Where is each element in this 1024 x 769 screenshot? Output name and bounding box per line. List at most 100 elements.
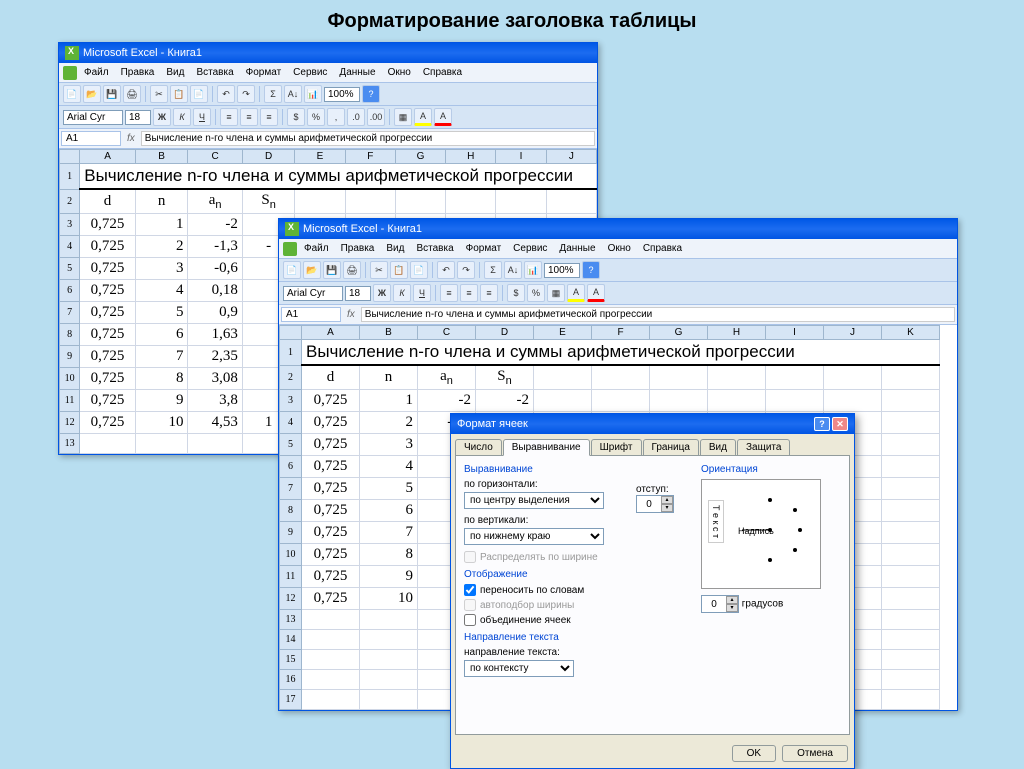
cell[interactable]: 0,725 <box>302 588 360 610</box>
titlebar[interactable]: Microsoft Excel - Книга1 <box>59 43 597 63</box>
cell[interactable]: 8 <box>360 544 418 566</box>
sum-icon[interactable]: Σ <box>264 85 282 103</box>
merge-check[interactable] <box>464 614 476 626</box>
sort-icon[interactable]: A↓ <box>504 261 522 279</box>
tab-alignment[interactable]: Выравнивание <box>503 439 590 456</box>
cell[interactable]: 0,725 <box>302 412 360 434</box>
menu-view[interactable]: Вид <box>161 65 189 80</box>
help-icon[interactable]: ? <box>582 261 600 279</box>
col-F[interactable]: F <box>345 150 395 164</box>
row-header[interactable]: 7 <box>60 302 80 324</box>
italic-icon[interactable]: К <box>173 108 191 126</box>
cell[interactable]: 0,725 <box>80 412 136 434</box>
cell[interactable]: 1 <box>360 390 418 412</box>
menu-window[interactable]: Окно <box>603 241 636 256</box>
cell[interactable]: 10 <box>135 412 188 434</box>
col-F[interactable]: F <box>592 326 650 340</box>
tab-font[interactable]: Шрифт <box>591 439 642 456</box>
align-right-icon[interactable]: ≡ <box>480 284 498 302</box>
cell[interactable]: 0,725 <box>302 390 360 412</box>
inc-decimal-icon[interactable]: .0 <box>347 108 365 126</box>
menu-file[interactable]: Файл <box>299 241 334 256</box>
menu-format[interactable]: Формат <box>241 65 287 80</box>
spin-down-icon[interactable]: ▾ <box>661 504 673 512</box>
row-header[interactable]: 12 <box>280 588 302 610</box>
cell[interactable]: 0,725 <box>80 214 136 236</box>
percent-icon[interactable]: % <box>307 108 325 126</box>
fx-icon[interactable]: fx <box>121 133 141 144</box>
hdr-n[interactable]: n <box>135 189 188 214</box>
new-icon[interactable]: 📄 <box>63 85 81 103</box>
app-menu-icon[interactable] <box>63 66 77 80</box>
font-name-box[interactable]: Arial Cyr <box>283 286 343 301</box>
undo-icon[interactable]: ↶ <box>437 261 455 279</box>
hdr-d[interactable]: d <box>80 189 136 214</box>
new-icon[interactable]: 📄 <box>283 261 301 279</box>
cell[interactable]: 0,18 <box>188 280 242 302</box>
cell[interactable]: 10 <box>360 588 418 610</box>
row-header[interactable]: 12 <box>60 412 80 434</box>
cell[interactable]: 0,725 <box>80 346 136 368</box>
open-icon[interactable]: 📂 <box>83 85 101 103</box>
row-header[interactable]: 9 <box>280 522 302 544</box>
row-header[interactable]: 14 <box>280 630 302 650</box>
title-cell[interactable]: Вычисление n-го члена и суммы арифметиче… <box>80 164 597 190</box>
row-header[interactable]: 3 <box>60 214 80 236</box>
row-header[interactable]: 6 <box>60 280 80 302</box>
menu-tools[interactable]: Сервис <box>508 241 552 256</box>
cell[interactable]: 0,725 <box>302 478 360 500</box>
row-header[interactable]: 8 <box>60 324 80 346</box>
cell[interactable]: 5 <box>360 478 418 500</box>
zoom-box[interactable]: 100% <box>324 87 360 102</box>
orient-vertical-text[interactable]: Т е к с т <box>708 500 724 543</box>
col-A[interactable]: A <box>302 326 360 340</box>
row-header[interactable]: 11 <box>280 566 302 588</box>
menu-insert[interactable]: Вставка <box>411 241 458 256</box>
align-left-icon[interactable]: ≡ <box>440 284 458 302</box>
col-A[interactable]: A <box>80 150 136 164</box>
help-icon[interactable]: ? <box>362 85 380 103</box>
cut-icon[interactable]: ✂ <box>150 85 168 103</box>
cell[interactable]: 0,725 <box>302 544 360 566</box>
cell[interactable]: 2 <box>360 412 418 434</box>
row-header[interactable]: 15 <box>280 650 302 670</box>
cell[interactable]: 2 <box>135 236 188 258</box>
cell[interactable]: 9 <box>360 566 418 588</box>
col-K[interactable]: K <box>882 326 940 340</box>
undo-icon[interactable]: ↶ <box>217 85 235 103</box>
row-header[interactable]: 3 <box>280 390 302 412</box>
row-header[interactable]: 4 <box>280 412 302 434</box>
textdir-select[interactable]: по контексту <box>464 660 574 677</box>
font-name-box[interactable]: Arial Cyr <box>63 110 123 125</box>
cell[interactable]: 3,8 <box>188 390 242 412</box>
col-E[interactable]: E <box>534 326 592 340</box>
wrap-check[interactable] <box>464 584 476 596</box>
menu-data[interactable]: Данные <box>334 65 380 80</box>
currency-icon[interactable]: $ <box>287 108 305 126</box>
paste-icon[interactable]: 📄 <box>190 85 208 103</box>
hdr-d[interactable]: d <box>302 365 360 390</box>
hdr-n[interactable]: n <box>360 365 418 390</box>
row-header[interactable]: 7 <box>280 478 302 500</box>
chart-icon[interactable]: 📊 <box>524 261 542 279</box>
col-H[interactable]: H <box>708 326 766 340</box>
menu-view[interactable]: Вид <box>381 241 409 256</box>
paste-icon[interactable]: 📄 <box>410 261 428 279</box>
print-icon[interactable]: 🖨 <box>343 261 361 279</box>
cell[interactable]: 6 <box>135 324 188 346</box>
cell[interactable]: 0,725 <box>80 302 136 324</box>
cell[interactable]: 7 <box>135 346 188 368</box>
orientation-control[interactable]: Т е к с т Надпись <box>701 479 821 589</box>
save-icon[interactable]: 💾 <box>103 85 121 103</box>
hdr-an[interactable]: an <box>418 365 476 390</box>
menu-edit[interactable]: Правка <box>116 65 160 80</box>
indent-spinner[interactable]: ▴▾ <box>636 495 674 513</box>
tab-view[interactable]: Вид <box>700 439 736 456</box>
name-box[interactable]: A1 <box>281 307 341 322</box>
col-E[interactable]: E <box>295 150 345 164</box>
menu-format[interactable]: Формат <box>461 241 507 256</box>
cell[interactable]: 0,725 <box>302 456 360 478</box>
cell[interactable]: 6 <box>360 500 418 522</box>
align-left-icon[interactable]: ≡ <box>220 108 238 126</box>
copy-icon[interactable]: 📋 <box>170 85 188 103</box>
